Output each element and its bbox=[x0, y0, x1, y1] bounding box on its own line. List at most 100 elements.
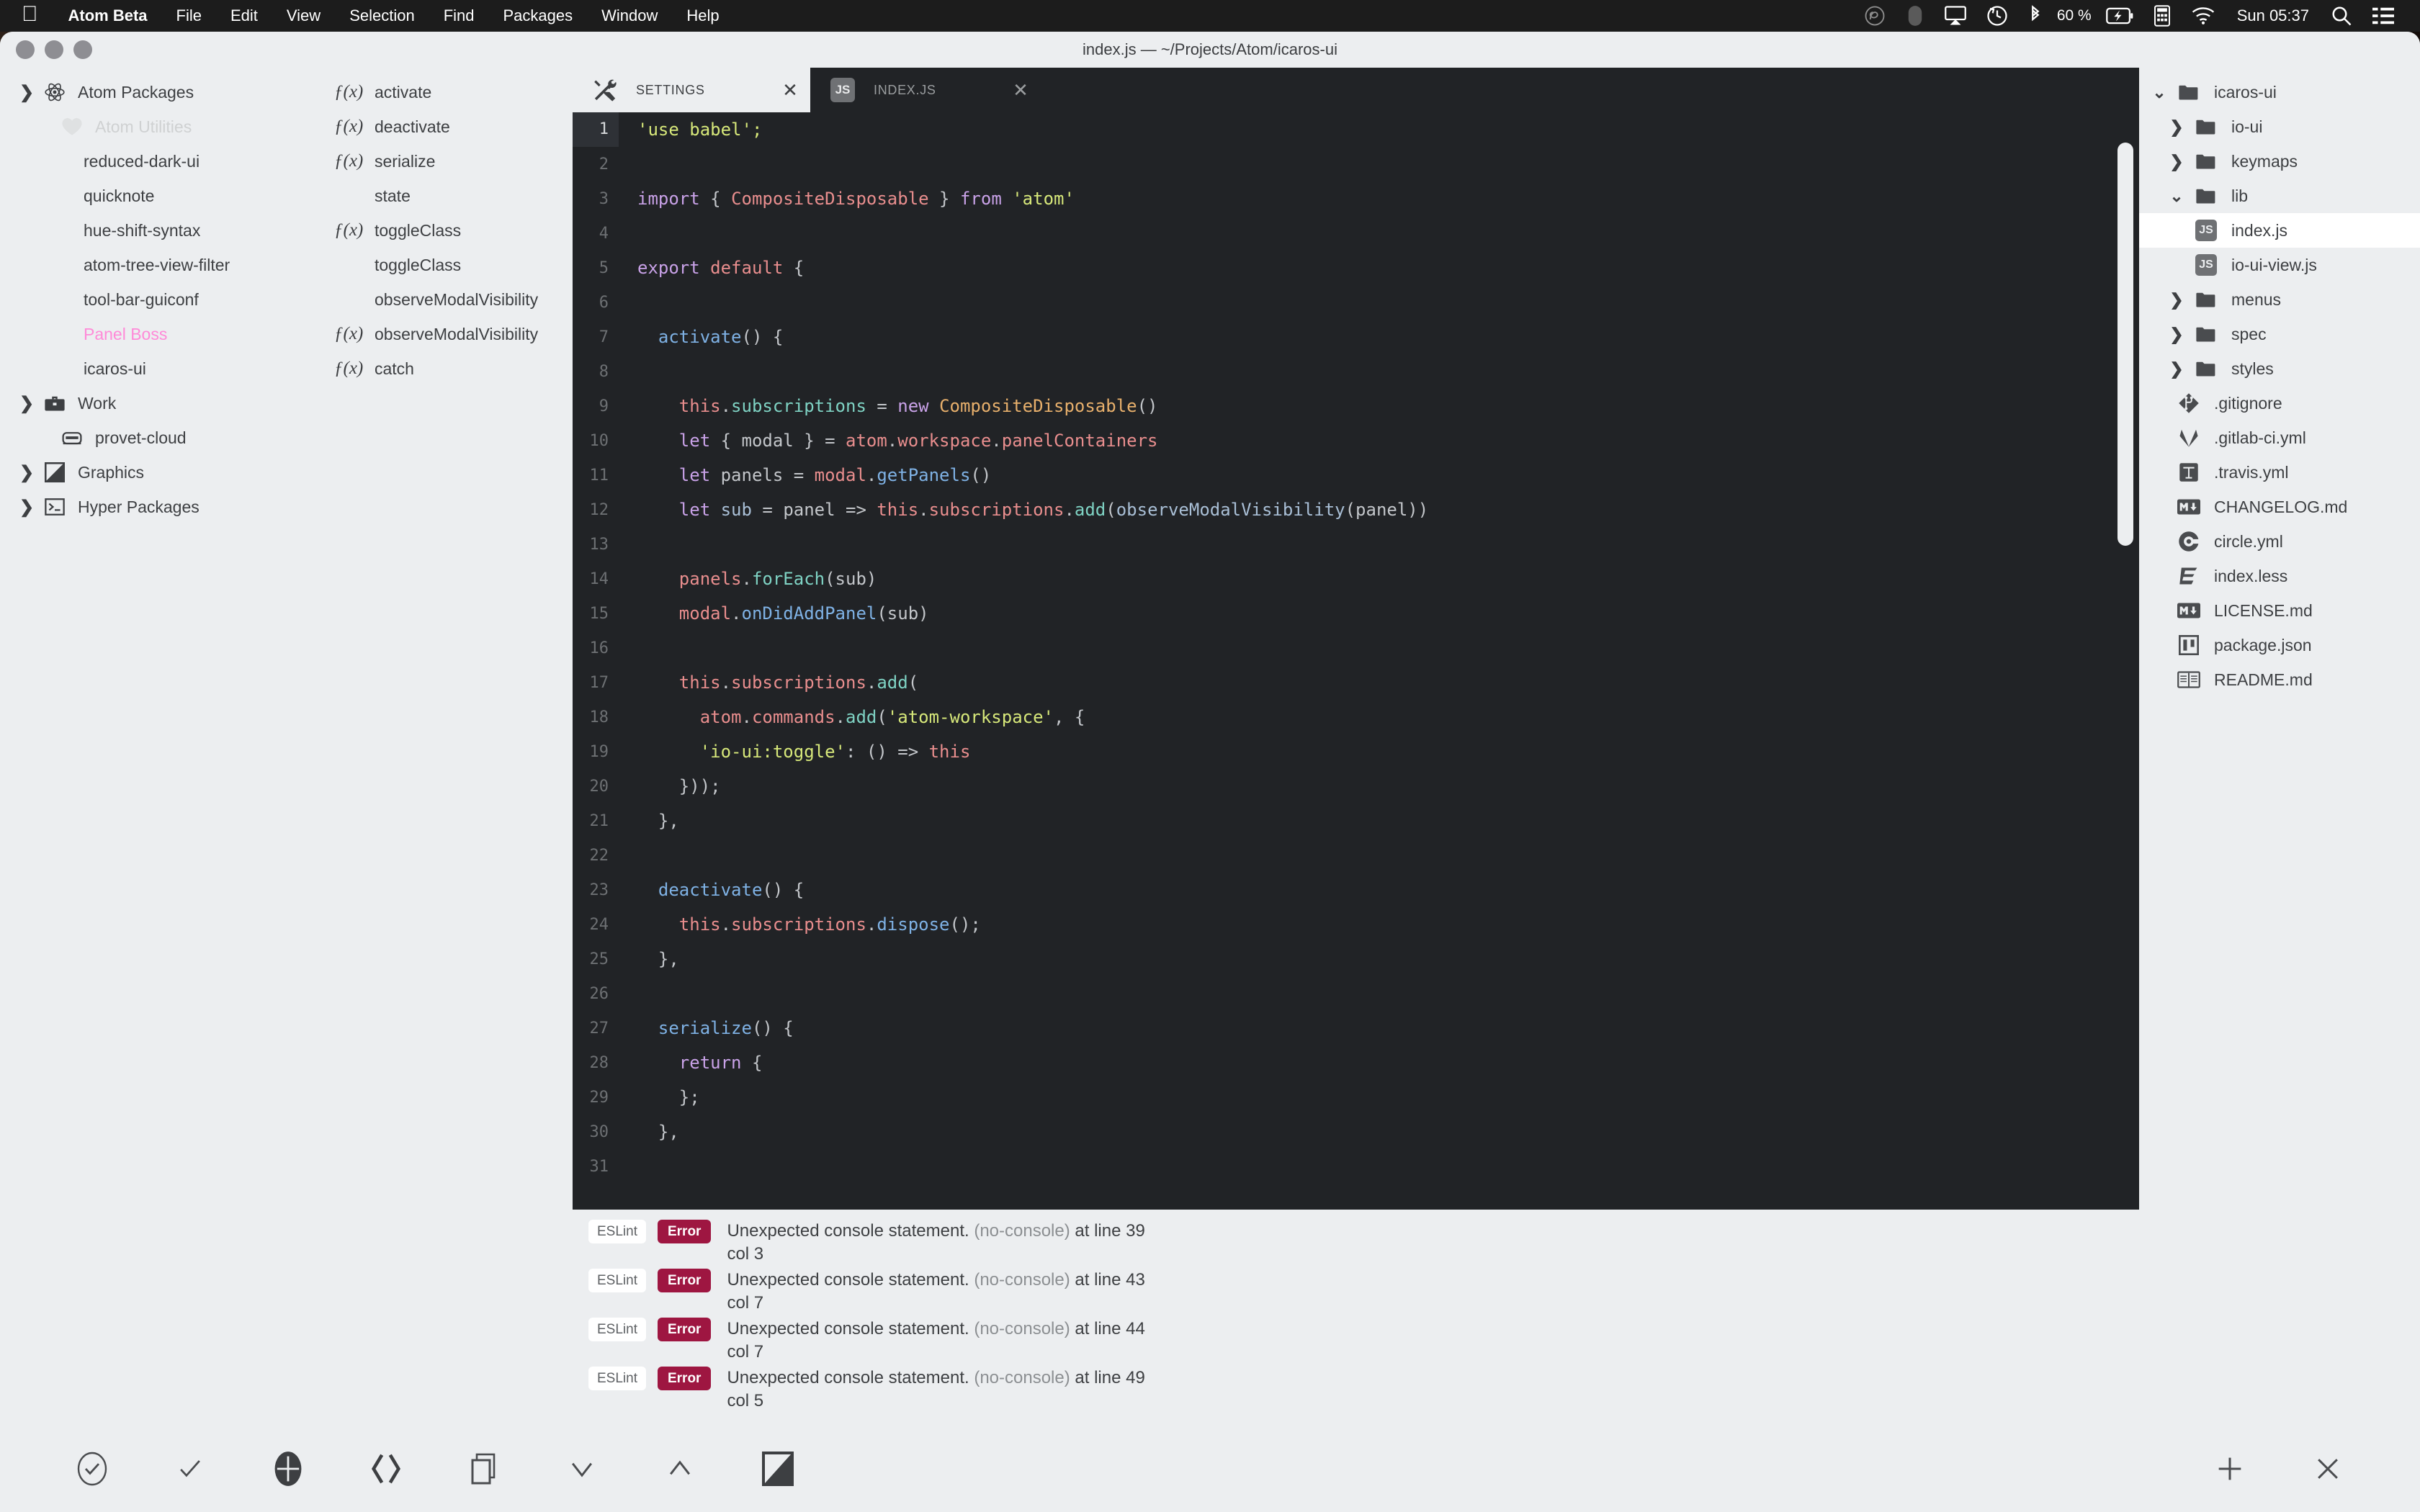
menu-item-packages[interactable]: Packages bbox=[489, 6, 588, 25]
time-machine-icon[interactable] bbox=[1976, 5, 2018, 27]
file-tree-item-license-md[interactable]: LICENSE.md bbox=[2139, 593, 2420, 628]
menu-item-file[interactable]: File bbox=[162, 6, 216, 25]
tree-item-hue-shift-syntax[interactable]: hue-shift-syntax bbox=[0, 213, 317, 248]
copy-panes-icon[interactable] bbox=[435, 1452, 533, 1486]
symbol-item-observemodalvisibility-prop[interactable]: observeModalVisibility bbox=[317, 282, 573, 317]
chevron-right-icon[interactable]: ❯ bbox=[2164, 152, 2190, 171]
file-tree-item-package-json[interactable]: package.json bbox=[2139, 628, 2420, 662]
tree-item-provet-cloud[interactable]: provet-cloud bbox=[0, 420, 317, 455]
file-tree-item-gitlab-ci-yml[interactable]: .gitlab-ci.yml bbox=[2139, 420, 2420, 455]
menu-item-window[interactable]: Window bbox=[587, 6, 672, 25]
tree-item-panel-boss[interactable]: Panel Boss bbox=[0, 317, 317, 351]
minimize-button[interactable] bbox=[45, 40, 63, 59]
chevron-down-icon[interactable]: ⌄ bbox=[2164, 186, 2190, 206]
code-line[interactable]: 9 this.subscriptions = new CompositeDisp… bbox=[573, 389, 2139, 423]
file-tree-item-lib[interactable]: ⌄lib bbox=[2139, 179, 2420, 213]
lint-message-row[interactable]: ESLintErrorUnexpected console statement.… bbox=[573, 1313, 2139, 1362]
code-line[interactable]: 28 return { bbox=[573, 1045, 2139, 1080]
tree-item-quicknote[interactable]: quicknote bbox=[0, 179, 317, 213]
file-tree-item-changelog-md[interactable]: CHANGELOG.md bbox=[2139, 490, 2420, 524]
file-tree-item-menus[interactable]: ❯menus bbox=[2139, 282, 2420, 317]
creative-cloud-icon[interactable] bbox=[1854, 5, 1896, 27]
tab-settings[interactable]: SETTINGS ✕ bbox=[573, 68, 810, 112]
wifi-icon[interactable] bbox=[2181, 6, 2226, 25]
tree-item-work[interactable]: ❯ Work bbox=[0, 386, 317, 420]
code-line[interactable]: 22 bbox=[573, 838, 2139, 873]
code-line[interactable]: 14 panels.forEach(sub) bbox=[573, 562, 2139, 596]
contrast-square-icon[interactable] bbox=[729, 1452, 827, 1486]
battery-charging-icon[interactable] bbox=[2096, 7, 2143, 24]
code-line[interactable]: 29 }; bbox=[573, 1080, 2139, 1115]
touchid-icon[interactable] bbox=[1896, 5, 1935, 27]
code-line[interactable]: 31 bbox=[573, 1149, 2139, 1184]
chevron-right-icon[interactable]: ❯ bbox=[2164, 290, 2190, 310]
file-tree-item-styles[interactable]: ❯styles bbox=[2139, 351, 2420, 386]
symbol-item-toggleclass-fn[interactable]: ƒ(x)toggleClass bbox=[317, 213, 573, 248]
editor-vertical-scrollbar[interactable] bbox=[2118, 143, 2133, 546]
code-line[interactable]: 17 this.subscriptions.add( bbox=[573, 665, 2139, 700]
file-tree-item-gitignore[interactable]: .gitignore bbox=[2139, 386, 2420, 420]
symbol-item-catch[interactable]: ƒ(x)catch bbox=[317, 351, 573, 386]
code-line[interactable]: 16 bbox=[573, 631, 2139, 665]
code-line[interactable]: 15 modal.onDidAddPanel(sub) bbox=[573, 596, 2139, 631]
lint-message-row[interactable]: ESLintErrorUnexpected console statement.… bbox=[573, 1215, 2139, 1264]
menubar-clock[interactable]: Sun 05:37 bbox=[2226, 6, 2321, 25]
file-tree-item-index-less[interactable]: index.less bbox=[2139, 559, 2420, 593]
tree-item-icaros-ui[interactable]: icaros-ui bbox=[0, 351, 317, 386]
file-tree-item-travis-yml[interactable]: .travis.yml bbox=[2139, 455, 2420, 490]
file-tree-item-keymaps[interactable]: ❯keymaps bbox=[2139, 144, 2420, 179]
code-line[interactable]: 4 bbox=[573, 216, 2139, 251]
tree-item-graphics[interactable]: ❯ Graphics bbox=[0, 455, 317, 490]
menu-item-view[interactable]: View bbox=[272, 6, 335, 25]
chevron-down-icon[interactable]: ⌄ bbox=[2146, 83, 2172, 102]
airplay-icon[interactable] bbox=[1935, 6, 1976, 26]
file-tree-item-io-ui[interactable]: ❯io-ui bbox=[2139, 109, 2420, 144]
file-tree-item-circle-yml[interactable]: circle.yml bbox=[2139, 524, 2420, 559]
tree-item-atom-packages[interactable]: ❯ Atom Packages bbox=[0, 75, 317, 109]
code-line[interactable]: 13 bbox=[573, 527, 2139, 562]
close-icon[interactable] bbox=[2279, 1453, 2377, 1485]
chevron-right-icon[interactable]: ❯ bbox=[2164, 359, 2190, 379]
tree-item-tool-bar-guiconf[interactable]: tool-bar-guiconf bbox=[0, 282, 317, 317]
plus-circle-filled-icon[interactable] bbox=[239, 1450, 337, 1488]
file-tree-item-icaros-ui[interactable]: ⌄icaros-ui bbox=[2139, 75, 2420, 109]
code-line[interactable]: 18 atom.commands.add('atom-workspace', { bbox=[573, 700, 2139, 734]
check-circle-icon[interactable] bbox=[43, 1452, 141, 1486]
tree-item-atom-tree-view-filter[interactable]: atom-tree-view-filter bbox=[0, 248, 317, 282]
symbol-item-serialize[interactable]: ƒ(x)serialize bbox=[317, 144, 573, 179]
code-line[interactable]: 21 }, bbox=[573, 804, 2139, 838]
apple-logo-icon[interactable]:  bbox=[0, 4, 54, 25]
code-line[interactable]: 30 }, bbox=[573, 1115, 2139, 1149]
code-line[interactable]: 26 bbox=[573, 976, 2139, 1011]
chevron-right-icon[interactable]: ❯ bbox=[14, 393, 39, 414]
tab-index-js[interactable]: JS INDEX.JS ✕ bbox=[810, 68, 1041, 112]
menu-item-help[interactable]: Help bbox=[672, 6, 733, 25]
chevron-right-icon[interactable]: ❯ bbox=[14, 462, 39, 483]
zoom-button[interactable] bbox=[73, 40, 92, 59]
code-line[interactable]: 24 this.subscriptions.dispose(); bbox=[573, 907, 2139, 942]
control-center-icon[interactable] bbox=[2362, 6, 2404, 25]
code-line[interactable]: 10 let { modal } = atom.workspace.panelC… bbox=[573, 423, 2139, 458]
calculator-icon[interactable] bbox=[2143, 5, 2181, 27]
chevron-right-icon[interactable]: ❯ bbox=[14, 82, 39, 103]
symbol-item-observemodalvisibility-fn[interactable]: ƒ(x)observeModalVisibility bbox=[317, 317, 573, 351]
window-controls[interactable] bbox=[16, 40, 92, 59]
code-line[interactable]: 3import { CompositeDisposable } from 'at… bbox=[573, 181, 2139, 216]
chevron-right-icon[interactable]: ❯ bbox=[14, 497, 39, 518]
file-tree-item-io-ui-view-js[interactable]: JSio-ui-view.js bbox=[2139, 248, 2420, 282]
file-tree-item-spec[interactable]: ❯spec bbox=[2139, 317, 2420, 351]
check-icon[interactable] bbox=[141, 1453, 239, 1485]
bluetooth-icon[interactable] bbox=[2018, 5, 2053, 27]
tree-item-atom-utilities[interactable]: Atom Utilities bbox=[0, 109, 317, 144]
code-line[interactable]: 12 let sub = panel => this.subscriptions… bbox=[573, 492, 2139, 527]
code-line[interactable]: 2 bbox=[573, 147, 2139, 181]
search-icon[interactable] bbox=[2321, 5, 2362, 27]
close-button[interactable] bbox=[16, 40, 35, 59]
code-editor[interactable]: 1'use babel';23import { CompositeDisposa… bbox=[573, 112, 2139, 1210]
code-line[interactable]: 23 deactivate() { bbox=[573, 873, 2139, 907]
code-line[interactable]: 5export default { bbox=[573, 251, 2139, 285]
code-line[interactable]: 1'use babel'; bbox=[573, 112, 2139, 147]
code-line[interactable]: 6 bbox=[573, 285, 2139, 320]
close-icon[interactable]: ✕ bbox=[770, 79, 810, 102]
symbol-item-activate[interactable]: ƒ(x)activate bbox=[317, 75, 573, 109]
